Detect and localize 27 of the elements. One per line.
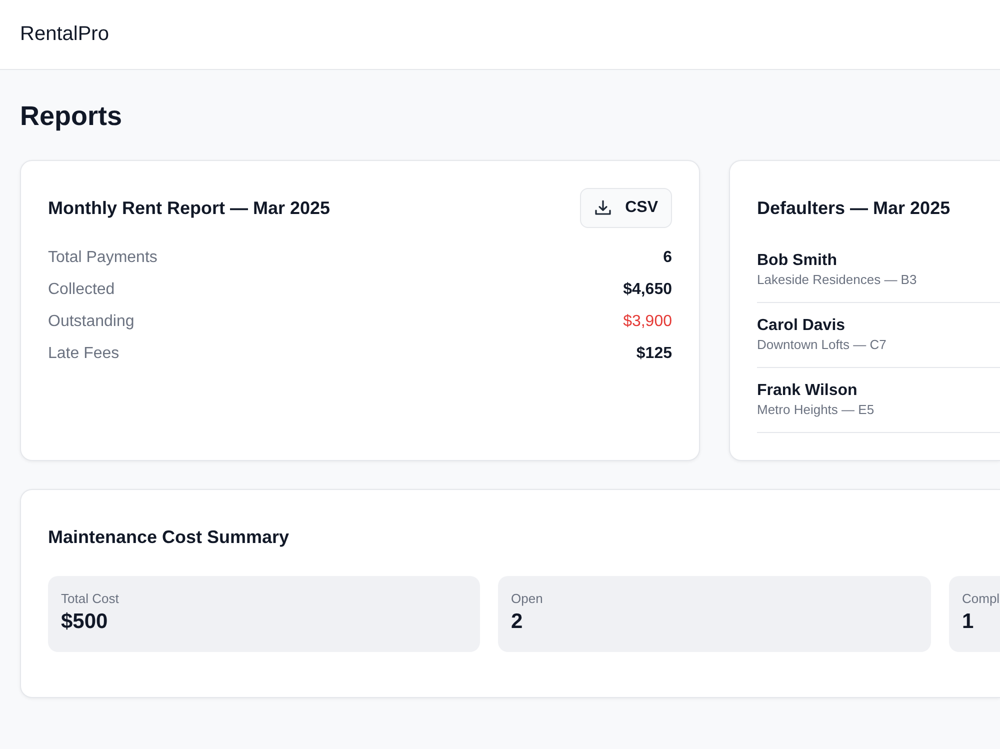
stat-value: $3,900 [623, 313, 672, 331]
tenant-unit: Lakeside Residences — B3 [757, 271, 917, 289]
tenant-name: Frank Wilson [757, 381, 858, 401]
tenant-name: Carol Davis [757, 316, 846, 336]
csv-export-button[interactable]: CSV [580, 188, 672, 228]
tile-value: $500 [61, 609, 108, 635]
stat-label: Late Fees [48, 345, 120, 363]
tile-value: 2 [511, 609, 523, 635]
stat-label: Collected [48, 281, 115, 299]
stat-label: Total Payments [48, 249, 158, 267]
stat-value: $125 [636, 345, 672, 363]
card-title: Maintenance Cost Summary [48, 526, 290, 549]
card-title: Monthly Rent Report — Mar 2025 [48, 197, 330, 220]
tenant-name: Bob Smith [757, 251, 837, 271]
tenant-unit: Downtown Lofts — C7 [757, 336, 886, 354]
tile-label: Total Cost [61, 590, 119, 608]
app-logo[interactable]: RentalPro [20, 23, 109, 46]
stat-value: $4,650 [623, 281, 672, 299]
tenant-unit: Metro Heights — E5 [757, 401, 874, 419]
tile-value: 1 [962, 609, 974, 635]
tile-label: Compl [962, 590, 1000, 608]
stat-label: Outstanding [48, 313, 134, 331]
stat-value: 6 [663, 249, 672, 267]
page-title: Reports [20, 100, 122, 133]
card-title: Defaulters — Mar 2025 [757, 197, 950, 220]
download-icon [595, 200, 612, 216]
tile-label: Open [511, 590, 543, 608]
